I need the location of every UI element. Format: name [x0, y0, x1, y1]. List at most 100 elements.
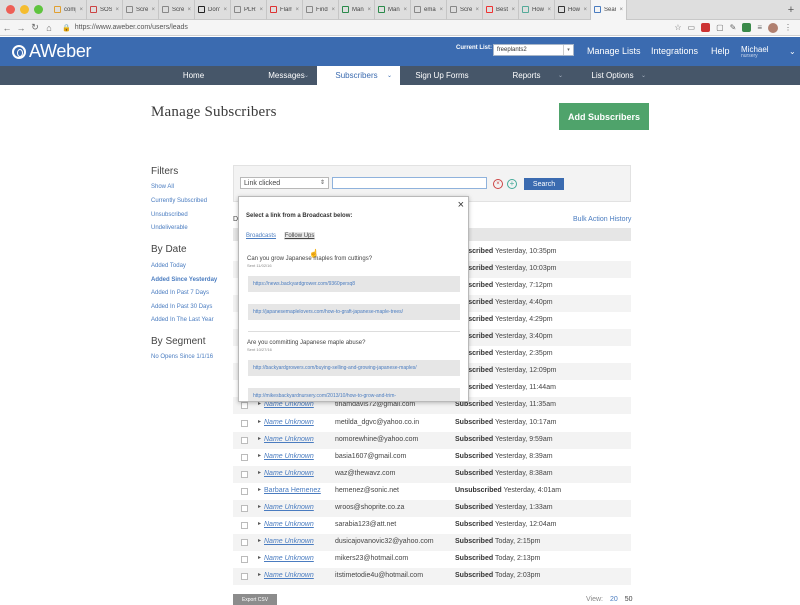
back-arrow-icon[interactable]: ←: [0, 23, 14, 33]
main-nav-list-options[interactable]: List Options ⌄: [571, 66, 654, 85]
star-icon[interactable]: ☆: [674, 23, 681, 32]
table-row[interactable]: ▸ Name Unknown waz@thewavz.com Subscribed Y…: [233, 465, 631, 483]
new-tab-button[interactable]: +: [782, 4, 800, 16]
tab-close-icon[interactable]: ×: [367, 7, 371, 13]
browser-tab[interactable]: PLR A×: [231, 0, 267, 20]
filter-show-all[interactable]: Show All: [151, 184, 174, 190]
broadcast-link[interactable]: http://mikesbackyardnursery.com/2013/10/…: [248, 388, 460, 401]
browser-tab[interactable]: Flami×: [267, 0, 303, 20]
table-row[interactable]: ▸ Name Unknown nomorewhine@yahoo.com Subscr…: [233, 431, 631, 449]
filter-unsubscribed[interactable]: Unsubscribed: [151, 212, 188, 218]
browser-tab[interactable]: Searc×: [591, 0, 627, 20]
browser-tab[interactable]: How ×: [519, 0, 555, 20]
browser-profile-avatar[interactable]: [768, 22, 778, 33]
tab-close-icon[interactable]: ×: [583, 7, 587, 13]
date-added-since-yesterday[interactable]: Added Since Yesterday: [151, 277, 217, 283]
nav-manage-lists[interactable]: Manage Lists: [587, 46, 641, 56]
segment-no-opens[interactable]: No Opens Since 1/1/16: [151, 354, 213, 360]
browser-tab[interactable]: Find C×: [303, 0, 339, 20]
tab-close-icon[interactable]: ×: [511, 7, 515, 13]
filter-currently-subscribed[interactable]: Currently Subscribed: [151, 198, 207, 204]
tab-close-icon[interactable]: ×: [79, 7, 83, 13]
main-nav-messages[interactable]: Messages ⌄: [256, 66, 317, 85]
expand-triangle-icon[interactable]: ▸: [258, 452, 261, 459]
expand-triangle-icon[interactable]: ▸: [258, 435, 261, 442]
browser-tab[interactable]: Scree×: [447, 0, 483, 20]
tab-follow-ups[interactable]: Follow Ups: [283, 232, 316, 240]
row-checkbox[interactable]: [241, 436, 248, 444]
subscriber-name-link[interactable]: Name Unknown: [264, 453, 314, 460]
browser-tab[interactable]: email×: [411, 0, 447, 20]
bulk-action-history-link[interactable]: Bulk Action History: [573, 216, 631, 223]
nav-integrations[interactable]: Integrations: [651, 46, 698, 56]
tab-close-icon[interactable]: ×: [295, 7, 299, 13]
expand-triangle-icon[interactable]: ▸: [258, 571, 261, 578]
row-checkbox[interactable]: [241, 572, 248, 580]
row-checkbox[interactable]: [241, 538, 248, 546]
reload-icon[interactable]: ↻: [28, 22, 42, 33]
puzzle-icon[interactable]: ▢: [716, 23, 724, 32]
minimize-window-icon[interactable]: [20, 5, 29, 14]
subscriber-name-link[interactable]: Name Unknown: [264, 401, 314, 408]
view-option-20[interactable]: 20: [610, 596, 618, 603]
expand-triangle-icon[interactable]: ▸: [258, 554, 261, 561]
row-checkbox[interactable]: [241, 504, 248, 512]
row-checkbox[interactable]: [241, 419, 248, 427]
tab-close-icon[interactable]: ×: [331, 7, 335, 13]
folder-icon[interactable]: ▭: [688, 23, 696, 32]
current-list-select[interactable]: freeplants2 ▾: [493, 44, 574, 56]
table-row[interactable]: ▸ Name Unknown metilda_dgvc@yahoo.co.in Sub…: [233, 415, 631, 432]
date-added-today[interactable]: Added Today: [151, 263, 186, 269]
tab-close-icon[interactable]: ×: [547, 7, 551, 13]
subscriber-name-link[interactable]: Name Unknown: [264, 419, 314, 426]
date-added-past-30-days[interactable]: Added In Past 30 Days: [151, 304, 212, 310]
tab-close-icon[interactable]: ×: [115, 7, 119, 13]
expand-triangle-icon[interactable]: ▸: [258, 520, 261, 527]
tab-close-icon[interactable]: ×: [151, 7, 155, 13]
menu-lines-icon[interactable]: ≡: [757, 23, 762, 32]
expand-triangle-icon[interactable]: ▸: [258, 469, 261, 476]
subscriber-name-link[interactable]: Name Unknown: [264, 555, 314, 562]
close-window-icon[interactable]: [6, 5, 15, 14]
tab-close-icon[interactable]: ×: [259, 7, 263, 13]
browser-tab[interactable]: Scree×: [159, 0, 195, 20]
filter-undeliverable[interactable]: Undeliverable: [151, 225, 188, 231]
table-row[interactable]: ▸ Name Unknown mikers23@hotmail.com Subscri…: [233, 551, 631, 568]
filter-value-input[interactable]: [332, 177, 487, 189]
table-row[interactable]: ▸ Barbara Hemenez hemenez@sonic.net Unsubsc…: [233, 483, 631, 500]
browser-tab[interactable]: Don't ×: [195, 0, 231, 20]
main-nav-sign-up-forms[interactable]: Sign Up Forms: [402, 66, 482, 85]
browser-tab[interactable]: SOS -×: [87, 0, 123, 20]
extension-green-icon[interactable]: [742, 23, 752, 32]
expand-triangle-icon[interactable]: ▸: [258, 418, 261, 425]
pen-icon[interactable]: ✎: [730, 23, 737, 32]
date-added-past-7-days[interactable]: Added In Past 7 Days: [151, 290, 209, 296]
row-checkbox[interactable]: [241, 555, 248, 563]
row-checkbox[interactable]: [241, 521, 248, 529]
chevron-down-icon[interactable]: ⌄: [789, 47, 796, 56]
tab-close-icon[interactable]: ×: [187, 7, 191, 13]
expand-triangle-icon[interactable]: ▸: [258, 486, 261, 493]
tab-close-icon[interactable]: ×: [403, 7, 407, 13]
main-nav-home[interactable]: Home: [131, 66, 256, 85]
tab-close-icon[interactable]: ×: [439, 7, 443, 13]
browser-tab[interactable]: Mana×: [339, 0, 375, 20]
subscriber-name-link[interactable]: Barbara Hemenez: [264, 487, 321, 494]
nav-help[interactable]: Help: [711, 46, 730, 56]
table-row[interactable]: ▸ Name Unknown basia1607@gmail.com Subscrib…: [233, 449, 631, 466]
browser-tab[interactable]: Scree×: [123, 0, 159, 20]
row-checkbox[interactable]: [241, 470, 248, 478]
table-row[interactable]: ▸ Name Unknown sarabia123@att.net Subscribe…: [233, 517, 631, 534]
broadcast-link[interactable]: http://backyardgrowers.com/buying-sellin…: [248, 360, 460, 376]
date-added-last-year[interactable]: Added In The Last Year: [151, 317, 214, 323]
row-checkbox[interactable]: [241, 402, 248, 410]
aweber-logo[interactable]: AWeber: [0, 41, 160, 62]
subscriber-name-link[interactable]: Name Unknown: [264, 572, 314, 579]
broadcast-link[interactable]: http://japanesemaplelovers.com/how-to-gr…: [248, 304, 460, 320]
tab-close-icon[interactable]: ×: [475, 7, 479, 13]
add-subscribers-button[interactable]: Add Subscribers: [559, 103, 649, 130]
tab-close-icon[interactable]: ×: [223, 7, 227, 13]
subscriber-name-link[interactable]: Name Unknown: [264, 538, 314, 545]
browser-tab[interactable]: Mana×: [375, 0, 411, 20]
search-button[interactable]: Search: [524, 178, 564, 190]
